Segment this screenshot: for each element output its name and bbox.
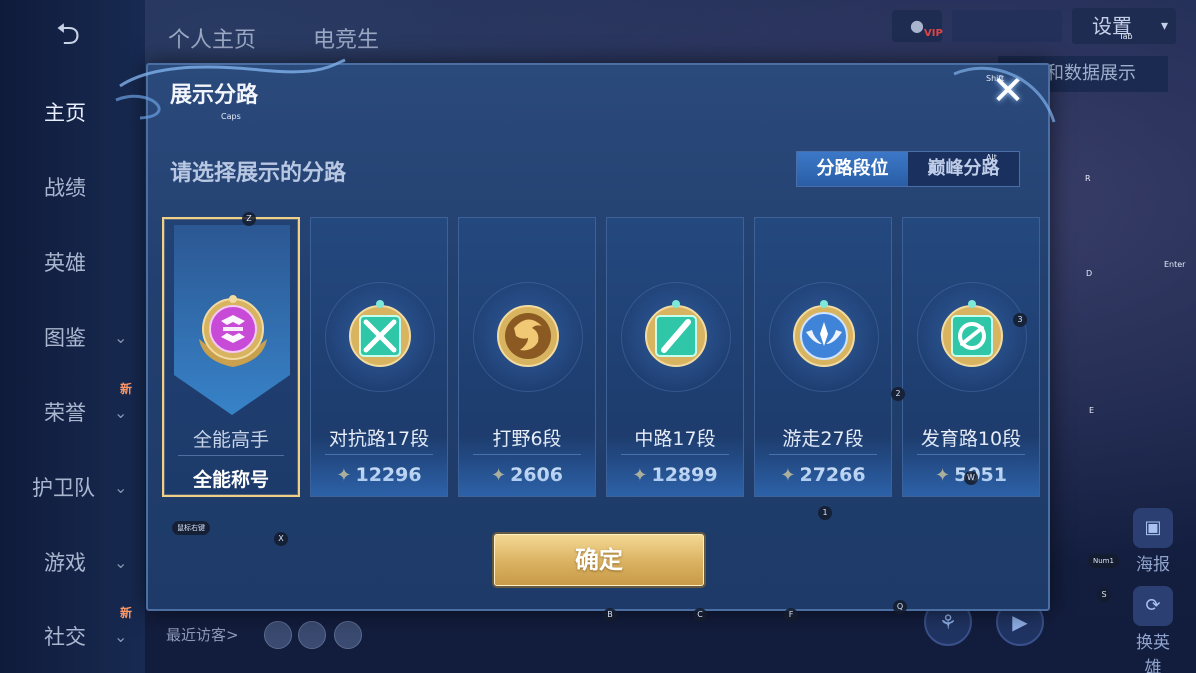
key-hint: X bbox=[274, 532, 288, 546]
key-hint: W bbox=[964, 471, 978, 485]
swap-hero-icon: ⟳ bbox=[1133, 586, 1173, 626]
lane-card-clash[interactable]: 对抗路17段 ✦12296 bbox=[310, 217, 448, 497]
top-right-bar: ● VIP 设置 ▾ bbox=[892, 8, 1176, 44]
lane-card-jungle[interactable]: 打野6段 ✦2606 bbox=[458, 217, 596, 497]
key-hint: Num1 bbox=[1088, 554, 1119, 568]
back-icon: ⮌ bbox=[55, 17, 81, 52]
poster-icon: ▣ bbox=[1133, 508, 1173, 548]
decor-swirl bbox=[953, 66, 1056, 123]
key-hint: Tab bbox=[1119, 32, 1133, 41]
key-hint: E bbox=[1089, 406, 1095, 415]
key-hint: 鼠标右键 bbox=[172, 521, 210, 535]
card-glow bbox=[459, 436, 595, 496]
key-hint: Enter bbox=[1164, 260, 1186, 269]
farm-lane-icon bbox=[941, 300, 1003, 367]
chevron-down-icon: ▾ bbox=[1160, 18, 1168, 34]
tab-lane-rank[interactable]: 分路段位 bbox=[797, 152, 908, 186]
avatar[interactable] bbox=[264, 621, 292, 649]
lane-name: 全能高手 bbox=[192, 429, 269, 451]
key-hint: 3 bbox=[1013, 313, 1027, 327]
nav-item-honor[interactable]: 荣誉 ⌄ 新 bbox=[0, 382, 145, 432]
confirm-button[interactable]: 确定 bbox=[494, 534, 704, 586]
nav-label: 图鉴 bbox=[44, 326, 86, 350]
chevron-down-icon: ⌄ bbox=[114, 327, 128, 347]
tab-esports[interactable]: 电竞生 bbox=[313, 28, 379, 53]
card-glow bbox=[311, 436, 447, 496]
divider bbox=[178, 455, 284, 456]
chevron-down-icon: ⌄ bbox=[114, 477, 128, 497]
lane-display-dialog: 展示分路 ✕ 请选择展示的分路 分路段位 巅峰分路 全能高手 全能称号 确定 bbox=[146, 63, 1050, 611]
jungle-icon bbox=[497, 305, 559, 367]
nav-label: 战绩 bbox=[44, 176, 86, 200]
key-hint: F bbox=[784, 608, 798, 622]
key-hint: Q bbox=[893, 600, 907, 614]
tab-peak-lane[interactable]: 巅峰分路 bbox=[908, 152, 1019, 186]
swap-hero-label: 换英雄 bbox=[1136, 633, 1170, 673]
vip-status[interactable]: VIP bbox=[924, 10, 1062, 42]
lane-card-roam[interactable]: 游走27段 ✦27266 bbox=[754, 217, 892, 497]
nav-label: 护卫队 bbox=[32, 476, 95, 500]
penguin-icon: ● bbox=[910, 16, 924, 35]
key-hint: Z bbox=[242, 212, 256, 226]
lane-card-farm[interactable]: 发育路10段 ✦5051 bbox=[902, 217, 1040, 497]
mid-lane-icon bbox=[645, 300, 707, 367]
nav-label: 游戏 bbox=[44, 551, 86, 575]
nav-item-records[interactable]: 战绩 bbox=[0, 167, 145, 207]
nav-label: 主页 bbox=[44, 101, 86, 125]
clash-lane-icon bbox=[349, 300, 411, 367]
poster-button[interactable]: ▣ 海报 bbox=[1128, 508, 1178, 575]
key-hint: R bbox=[1085, 174, 1091, 183]
nav-label: 社交 bbox=[44, 625, 86, 649]
card-glow bbox=[607, 436, 743, 496]
chevron-down-icon: ⌄ bbox=[114, 402, 128, 422]
new-badge: 新 bbox=[120, 606, 133, 620]
nav-item-social[interactable]: 社交 ⌄ 新 bbox=[0, 606, 145, 656]
poster-label: 海报 bbox=[1136, 555, 1170, 575]
nav-item-guard-team[interactable]: 护卫队 ⌄ bbox=[0, 467, 145, 507]
key-hint: Shift bbox=[986, 74, 1005, 83]
chevron-down-icon: ⌄ bbox=[114, 552, 128, 572]
nav-label: 荣誉 bbox=[44, 401, 86, 425]
lane-title-value: 全能称号 bbox=[192, 469, 269, 491]
new-badge: 新 bbox=[120, 382, 133, 396]
top-tabs: 个人主页 电竞生 bbox=[168, 22, 429, 54]
key-hint: 1 bbox=[818, 506, 832, 520]
back-button[interactable]: ⮌ bbox=[38, 18, 98, 52]
dialog-subtitle: 请选择展示的分路 bbox=[170, 161, 347, 186]
card-glow bbox=[903, 436, 1039, 496]
nav-item-heroes[interactable]: 英雄 bbox=[0, 242, 145, 282]
avatar[interactable] bbox=[334, 621, 362, 649]
nav-item-codex[interactable]: 图鉴 ⌄ bbox=[0, 317, 145, 357]
all-round-icon bbox=[199, 295, 267, 367]
swap-hero-button[interactable]: ⟳ 换英雄 bbox=[1128, 586, 1178, 673]
key-hint: 2 bbox=[891, 387, 905, 401]
key-hint: C bbox=[693, 608, 707, 622]
key-hint: D bbox=[1086, 269, 1093, 278]
tab-profile[interactable]: 个人主页 bbox=[168, 28, 256, 53]
avatar[interactable] bbox=[298, 621, 326, 649]
lane-card-mid[interactable]: 中路17段 ✦12899 bbox=[606, 217, 744, 497]
key-hint: Alt bbox=[986, 153, 997, 162]
key-hint: S bbox=[1097, 588, 1111, 602]
key-hint: Caps bbox=[221, 112, 241, 121]
key-hint: B bbox=[603, 608, 617, 622]
card-glow bbox=[755, 436, 891, 496]
vip-badge: VIP bbox=[924, 28, 943, 39]
recent-visitors-label[interactable]: 最近访客> bbox=[166, 624, 239, 645]
lane-card-all-round[interactable]: 全能高手 全能称号 bbox=[162, 217, 300, 497]
chevron-down-icon: ⌄ bbox=[114, 626, 128, 646]
nav-item-games[interactable]: 游戏 ⌄ bbox=[0, 542, 145, 582]
roam-icon bbox=[793, 300, 855, 367]
nav-label: 英雄 bbox=[44, 251, 86, 275]
lane-cards: 全能高手 全能称号 对抗路17段 ✦12296 bbox=[162, 215, 1042, 497]
